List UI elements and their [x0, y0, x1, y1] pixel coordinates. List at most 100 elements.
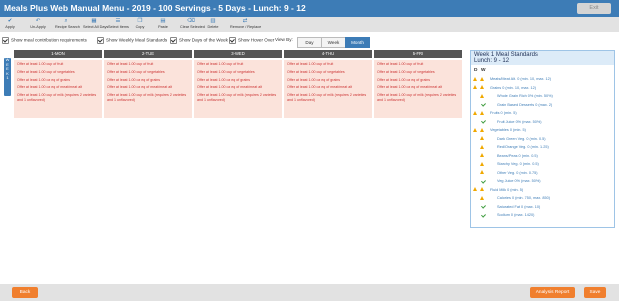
day-header-4[interactable]: 4-THU: [284, 50, 372, 58]
warning-icon: [473, 127, 477, 132]
delete-button[interactable]: ▥ Delete: [206, 18, 220, 31]
day-menu-cell-2[interactable]: Offer at least 1.00 cup of fruit Offer at…: [104, 60, 192, 118]
warning-icon: [480, 187, 484, 191]
option-label: Show Days of the Week: [179, 37, 228, 43]
day-header-1[interactable]: 1-MON: [14, 50, 102, 58]
grid-icon: ▦: [91, 18, 97, 24]
standard-item: Vegetables 0 (min. 5): [490, 128, 526, 132]
standards-header: Week 1 Meal Standards Lunch: 9 - 12: [471, 51, 614, 65]
day-menu-cell-3[interactable]: Offer at least 1.00 cup of fruit Offer at…: [194, 60, 282, 118]
view-week-button[interactable]: Week: [321, 37, 346, 48]
requirement-text: Offer at least 1.00 oz eq of grains: [377, 77, 431, 82]
standard-item: Beans/Peas 0 (min. 0.5): [497, 153, 538, 158]
option-label: Show Hover Over: [238, 37, 275, 43]
standard-item: Calories 0 (min. 750, max. 850): [497, 196, 550, 200]
requirement-text: Offer at least 1.00 cup of fruit: [287, 62, 334, 66]
unapply-button[interactable]: ↶ Un-Apply: [28, 18, 48, 31]
checkbox[interactable]: [97, 37, 104, 44]
standard-item: Veg Juice 0% (max. 50%): [497, 179, 541, 183]
day-menu-cell-4[interactable]: Offer at least 1.00 cup of fruit Offer at…: [284, 60, 372, 118]
warning-icon: [473, 187, 477, 191]
toolbar-label: Select All Days: [83, 25, 109, 29]
day-header-5[interactable]: 5-FRI: [374, 50, 462, 58]
daily-column-header: D: [474, 68, 478, 73]
trash-icon: ▥: [210, 18, 216, 24]
option-4[interactable]: Show Hover Over: [229, 37, 274, 44]
requirement-text: Offer at least 1.00 cup of milk (require…: [197, 93, 277, 102]
standard-item: Fruits 0 (min. 5): [490, 111, 517, 115]
standard-item: Meats/Meat Alt. 0 (min. 10, max. 12): [490, 77, 551, 81]
recipe-search-button[interactable]: ⌕ Recipe Search: [55, 18, 80, 31]
copy-button[interactable]: ❐ Copy: [133, 18, 147, 31]
standard-item: Starchy Veg. 0 (min. 0.5): [497, 162, 539, 166]
requirement-text: Offer at least 1.00 oz eq of meat/meat a…: [17, 85, 83, 90]
requirement-text: Offer at least 1.00 oz eq of grains: [17, 77, 71, 82]
toolbar-label: Remove / Replace: [230, 25, 262, 29]
toolbar-label: Clear Selected: [180, 25, 205, 29]
week-1-tab[interactable]: WEEK1: [4, 57, 11, 96]
toolbar-label: Apply: [5, 25, 15, 29]
warning-icon: [480, 195, 484, 200]
requirement-text: Offer at least 1.00 oz eq of grains: [107, 77, 161, 82]
check-icon: [480, 203, 486, 209]
warning-icon: [473, 110, 477, 115]
check-icon: [480, 178, 486, 183]
day-menu-cell-1[interactable]: Offer at least 1.00 cup of fruit Offer at…: [14, 60, 102, 118]
requirement-text: Offer at least 1.00 cup of milk (require…: [107, 93, 187, 102]
weekly-standards-panel: Week 1 Meal Standards Lunch: 9 - 12 D W …: [470, 50, 615, 228]
paste-button[interactable]: ▤ Paste: [156, 18, 170, 31]
exit-button[interactable]: Exit: [577, 3, 611, 14]
option-1[interactable]: Show meal contribution requirements: [2, 37, 87, 44]
requirement-text: Offer at least 1.00 oz eq of grains: [197, 77, 251, 82]
search-icon: ⌕: [64, 18, 68, 24]
checkbox[interactable]: [2, 37, 9, 44]
option-2[interactable]: Show Weekly Meal Standards: [97, 37, 167, 44]
save-button[interactable]: Save: [584, 287, 606, 298]
option-label: Show Weekly Meal Standards: [106, 37, 168, 43]
view-month-button[interactable]: Month: [345, 37, 370, 48]
toolbar-label: Un-Apply: [30, 25, 46, 29]
paste-icon: ▤: [160, 18, 166, 24]
day-header-3[interactable]: 3-WED: [194, 50, 282, 58]
warning-icon: [473, 85, 477, 89]
select-items-button[interactable]: ☰ Select Items: [108, 18, 129, 31]
standard-item: Whole Grain Rich 0% (min. 50%): [497, 94, 553, 98]
checkbox[interactable]: [170, 37, 177, 44]
check-icon: [480, 101, 486, 107]
requirement-text: Offer at least 1.00 cup of fruit: [107, 62, 154, 66]
copy-icon: ❐: [137, 18, 143, 24]
list-icon: ☰: [115, 18, 121, 24]
requirement-text: Offer at least 1.00 cup of milk (require…: [287, 93, 367, 102]
check-icon: ✔: [7, 18, 13, 24]
warning-icon: [480, 153, 484, 157]
standard-item: Red/Orange Veg. 0 (min. 1.25): [497, 145, 549, 149]
standard-item: Saturated Fat 0 (max. 10): [497, 204, 541, 209]
requirement-text: Offer at least 1.00 cup of vegetables: [197, 69, 255, 74]
warning-icon: [480, 136, 484, 140]
standards-subtitle: Lunch: 9 - 12: [474, 58, 510, 64]
back-button[interactable]: Back: [12, 287, 38, 298]
select-all-days-button[interactable]: ▦ Select All Days: [83, 18, 109, 31]
warning-icon: [480, 127, 484, 132]
apply-button[interactable]: ✔ Apply: [3, 18, 17, 31]
option-3[interactable]: Show Days of the Week: [170, 37, 228, 44]
standard-item: Dark Green Veg. 0 (min. 0.5): [497, 136, 546, 141]
checkbox[interactable]: [229, 37, 236, 44]
requirement-text: Offer at least 1.00 cup of fruit: [17, 62, 64, 66]
standard-item: Fruit Juice 0% (max. 50%): [497, 119, 542, 124]
day-menu-cell-5[interactable]: Offer at least 1.00 cup of fruit Offer at…: [374, 60, 462, 118]
warning-icon: [480, 85, 484, 89]
check-icon: [480, 212, 486, 217]
analysis-report-button[interactable]: Analysis Report: [530, 287, 575, 298]
remove-replace-button[interactable]: ⇄ Remove / Replace: [230, 18, 262, 31]
requirement-text: Offer at least 1.00 cup of milk (require…: [377, 93, 457, 102]
clear-selected-button[interactable]: ⌫ Clear Selected: [180, 18, 205, 31]
toolbar-label: Paste: [158, 25, 168, 29]
title-bar: Meals Plus Web Manual Menu - 2019 - 100 …: [0, 0, 619, 17]
toolbar-label: Select Items: [108, 25, 129, 29]
requirement-text: Offer at least 1.00 oz eq of meat/meat a…: [287, 85, 353, 90]
day-header-2[interactable]: 2-TUE: [104, 50, 192, 58]
view-day-button[interactable]: Day: [297, 37, 322, 48]
warning-icon: [480, 76, 484, 81]
warning-icon: [480, 93, 484, 98]
